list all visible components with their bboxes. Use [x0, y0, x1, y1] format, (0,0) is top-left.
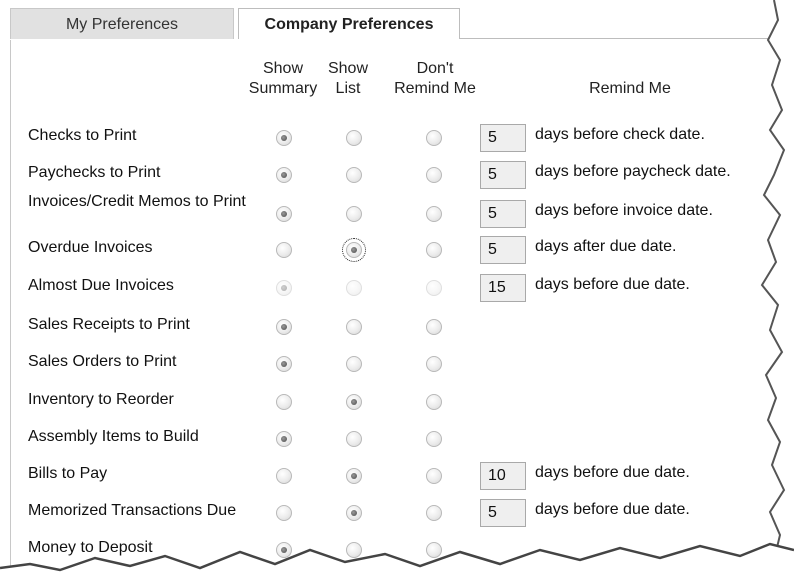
- almost-due-invoices-dont-remind-radio: [426, 280, 442, 296]
- almost-due-invoices-show-summary-radio: [276, 280, 292, 296]
- bills-to-pay-dont-remind-radio[interactable]: [426, 468, 442, 484]
- sales-receipts-to-print-dont-remind-radio[interactable]: [426, 319, 442, 335]
- dont-remind-header-line2: Remind Me: [394, 80, 476, 97]
- bills-to-pay-show-list-radio[interactable]: [346, 468, 362, 484]
- row-label-almost-due-invoices: Almost Due Invoices: [28, 277, 174, 294]
- assembly-items-to-build-show-summary-radio[interactable]: [276, 431, 292, 447]
- sales-orders-to-print-dont-remind-radio[interactable]: [426, 356, 442, 372]
- row-label-memorized-transactions-due: Memorized Transactions Due: [28, 502, 237, 519]
- show-list-header: Show List: [318, 59, 378, 99]
- memorized-transactions-due-show-summary-radio[interactable]: [276, 505, 292, 521]
- paychecks-to-print-days-input[interactable]: 5: [480, 161, 526, 189]
- bills-to-pay-remind-text: days before due date.: [535, 464, 690, 481]
- torn-edge-right: [760, 0, 794, 578]
- invoices-credit-memos-to-print-remind-text: days before invoice date.: [535, 202, 713, 219]
- preferences-panel: My Preferences Company Preferences Show …: [0, 0, 794, 578]
- sales-receipts-to-print-show-summary-radio[interactable]: [276, 319, 292, 335]
- sales-orders-to-print-show-list-radio[interactable]: [346, 356, 362, 372]
- dont-remind-header: Don't Remind Me: [383, 59, 487, 99]
- tab-my-preferences[interactable]: My Preferences: [10, 8, 234, 39]
- bills-to-pay-days-input[interactable]: 10: [480, 462, 526, 490]
- row-label-inventory-to-reorder: Inventory to Reorder: [28, 391, 174, 408]
- overdue-invoices-remind-text: days after due date.: [535, 238, 677, 255]
- checks-to-print-show-list-radio[interactable]: [346, 130, 362, 146]
- show-list-header-line1: Show: [327, 60, 369, 77]
- sales-receipts-to-print-show-list-radio[interactable]: [346, 319, 362, 335]
- row-label-bills-to-pay: Bills to Pay: [28, 465, 108, 482]
- almost-due-invoices-remind-text: days before due date.: [535, 276, 690, 293]
- row-label-paychecks-to-print: Paychecks to Print: [28, 164, 161, 181]
- tab-divider: [460, 38, 790, 39]
- torn-edge-bottom: [0, 542, 794, 578]
- sales-orders-to-print-show-summary-radio[interactable]: [276, 356, 292, 372]
- tab-bar: My Preferences Company Preferences: [10, 8, 790, 40]
- overdue-invoices-days-input[interactable]: 5: [480, 236, 526, 264]
- checks-to-print-days-input[interactable]: 5: [480, 124, 526, 152]
- checks-to-print-show-summary-radio[interactable]: [276, 130, 292, 146]
- remind-me-header: Remind Me: [589, 80, 671, 97]
- overdue-invoices-show-summary-radio[interactable]: [276, 242, 292, 258]
- assembly-items-to-build-show-list-radio[interactable]: [346, 431, 362, 447]
- show-summary-header-line2: Summary: [248, 80, 318, 97]
- overdue-invoices-show-list-radio[interactable]: [342, 238, 366, 262]
- almost-due-invoices-show-list-radio: [346, 280, 362, 296]
- panel-border: [10, 40, 11, 578]
- memorized-transactions-due-show-list-radio[interactable]: [346, 505, 362, 521]
- show-summary-header-line1: Show: [262, 60, 304, 77]
- row-label-invoices-credit-memos-to-print: Invoices/Credit Memos to Print: [28, 193, 246, 210]
- row-label-assembly-items-to-build: Assembly Items to Build: [28, 428, 199, 445]
- paychecks-to-print-dont-remind-radio[interactable]: [426, 167, 442, 183]
- paychecks-to-print-show-summary-radio[interactable]: [276, 167, 292, 183]
- memorized-transactions-due-days-input[interactable]: 5: [480, 499, 526, 527]
- assembly-items-to-build-dont-remind-radio[interactable]: [426, 431, 442, 447]
- row-label-sales-receipts-to-print: Sales Receipts to Print: [28, 316, 190, 333]
- paychecks-to-print-remind-text: days before paycheck date.: [535, 163, 731, 180]
- show-summary-header: Show Summary: [240, 59, 326, 99]
- invoices-credit-memos-to-print-days-input[interactable]: 5: [480, 200, 526, 228]
- overdue-invoices-dont-remind-radio[interactable]: [426, 242, 442, 258]
- almost-due-invoices-days-input[interactable]: 15: [480, 274, 526, 302]
- invoices-credit-memos-to-print-dont-remind-radio[interactable]: [426, 206, 442, 222]
- memorized-transactions-due-remind-text: days before due date.: [535, 501, 690, 518]
- checks-to-print-dont-remind-radio[interactable]: [426, 130, 442, 146]
- tab-company-preferences[interactable]: Company Preferences: [238, 8, 460, 39]
- checks-to-print-remind-text: days before check date.: [535, 126, 705, 143]
- inventory-to-reorder-show-summary-radio[interactable]: [276, 394, 292, 410]
- invoices-credit-memos-to-print-show-list-radio[interactable]: [346, 206, 362, 222]
- memorized-transactions-due-dont-remind-radio[interactable]: [426, 505, 442, 521]
- inventory-to-reorder-dont-remind-radio[interactable]: [426, 394, 442, 410]
- bills-to-pay-show-summary-radio[interactable]: [276, 468, 292, 484]
- dont-remind-header-line1: Don't: [416, 60, 454, 77]
- invoices-credit-memos-to-print-show-summary-radio[interactable]: [276, 206, 292, 222]
- paychecks-to-print-show-list-radio[interactable]: [346, 167, 362, 183]
- inventory-to-reorder-show-list-radio[interactable]: [346, 394, 362, 410]
- show-list-header-line2: List: [335, 80, 361, 97]
- row-label-checks-to-print: Checks to Print: [28, 127, 137, 144]
- row-label-sales-orders-to-print: Sales Orders to Print: [28, 353, 177, 370]
- row-label-overdue-invoices: Overdue Invoices: [28, 239, 153, 256]
